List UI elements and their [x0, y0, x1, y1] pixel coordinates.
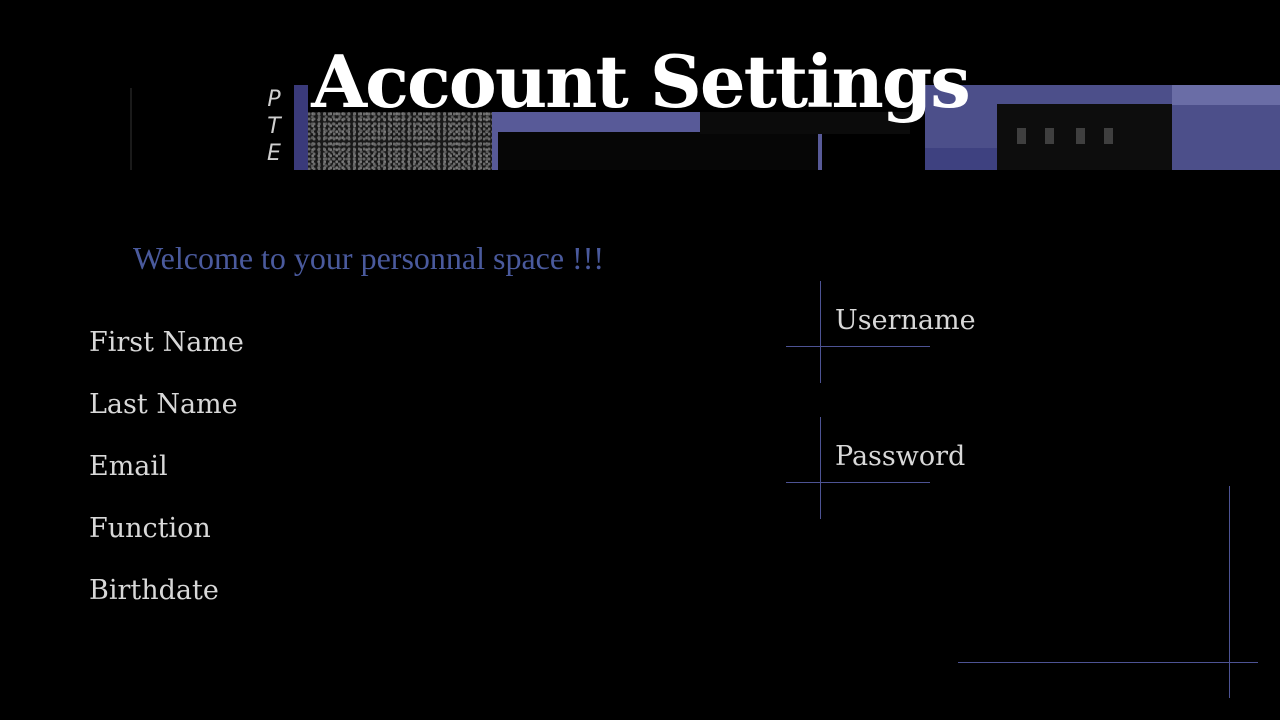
crosshair-vertical-line: [820, 417, 821, 519]
welcome-message: Welcome to your personnal space !!!: [133, 240, 605, 276]
banner-letter: E: [267, 141, 281, 166]
birthdate-label: Birthdate: [89, 575, 219, 606]
crosshair-vertical-line: [1229, 486, 1230, 698]
username-label: Username: [835, 305, 976, 336]
banner-lower-wall: [925, 148, 1005, 170]
first-name-label: First Name: [89, 327, 244, 358]
email-label: Email: [89, 451, 168, 482]
function-label: Function: [89, 513, 211, 544]
crosshair-vertical-line: [820, 281, 821, 383]
crosshair-horizontal-line: [786, 482, 930, 483]
password-label: Password: [835, 441, 966, 472]
crosshair-horizontal-line: [958, 662, 1258, 663]
corner-crosshair-decoration: [958, 486, 1258, 698]
last-name-label: Last Name: [89, 389, 238, 420]
crosshair-horizontal-line: [786, 346, 930, 347]
page-title: Account Settings: [311, 39, 970, 124]
banner-building-shadow: [498, 132, 818, 170]
